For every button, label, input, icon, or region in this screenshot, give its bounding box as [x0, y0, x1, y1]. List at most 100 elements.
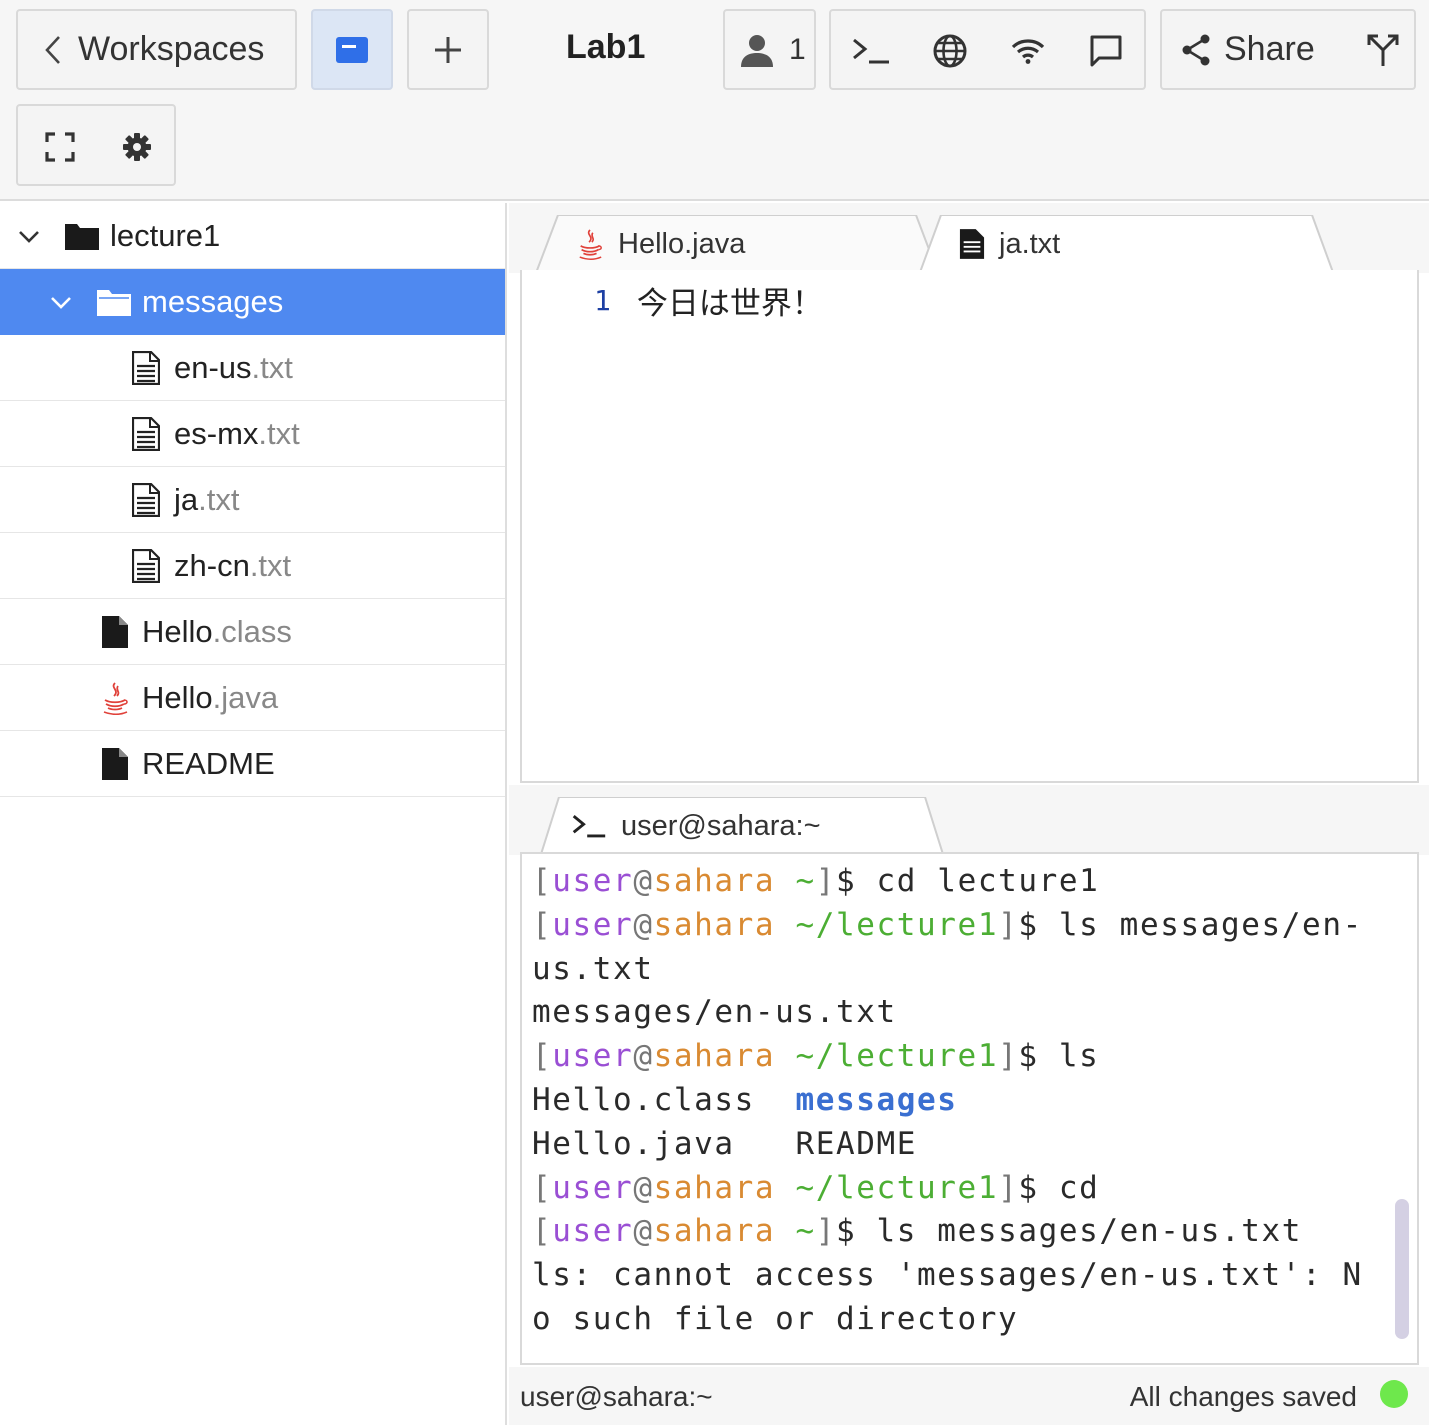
file-name: ja: [174, 481, 199, 517]
terminal-command: $ cd: [1018, 1169, 1100, 1206]
tab-ja-txt[interactable]: ja.txt: [919, 215, 1334, 275]
file-extension: .class: [212, 613, 292, 649]
tree-item-readme[interactable]: README: [0, 731, 505, 797]
top-toolbar: Workspaces Lab1 1 Share: [0, 0, 1429, 201]
text-file-icon: [131, 548, 161, 583]
terminal-tab-bar: user@sahara:~: [509, 785, 1429, 867]
fork-icon[interactable]: [1365, 32, 1401, 68]
terminal-command: us.txt: [532, 950, 654, 987]
wifi-icon[interactable]: [1006, 29, 1050, 73]
terminal-output: [user@sahara ~]$ cd lecture1 [user@sahara…: [532, 860, 1390, 1342]
file-name: Hello: [142, 613, 213, 649]
chat-icon[interactable]: [1084, 29, 1128, 73]
prompt-bracket: ]: [998, 906, 1019, 943]
text-file-icon: [131, 416, 161, 451]
terminal-output-line: messages/en-us.txt: [532, 994, 897, 1031]
terminal-output-line: ls: cannot access 'messages/en-us.txt': …: [532, 1257, 1363, 1294]
terminal-scrollbar[interactable]: [1395, 1199, 1409, 1339]
line-text: 今日は世界！: [636, 286, 823, 322]
terminal-command: $ ls messages/en-us.txt: [835, 1213, 1303, 1250]
plus-icon: [433, 35, 463, 65]
prompt-at: @: [633, 906, 654, 943]
prompt-path: ~: [775, 863, 816, 899]
tree-item-en-us-txt[interactable]: en-us.txt: [0, 335, 505, 401]
ls-entry: Hello.class: [532, 1081, 755, 1118]
tab-label: user@sahara:~: [621, 809, 821, 842]
status-terminal-label: user@sahara:~: [520, 1381, 713, 1412]
prompt-user: user: [552, 863, 634, 899]
files-panel-button[interactable]: [311, 9, 393, 90]
prompt-path: ~: [775, 1213, 816, 1250]
chevron-left-icon: [44, 35, 62, 65]
fullscreen-icon[interactable]: [38, 125, 82, 169]
prompt-user: user: [552, 1169, 634, 1206]
workspaces-label: Workspaces: [78, 30, 265, 68]
tab-terminal[interactable]: user@sahara:~: [537, 797, 947, 867]
tree-item-label: messages: [142, 283, 284, 319]
prompt-at: @: [633, 1169, 654, 1206]
prompt-host: sahara: [653, 1038, 776, 1075]
prompt-bracket: ]: [998, 1169, 1019, 1206]
tab-hello-java[interactable]: Hello.java: [536, 215, 938, 273]
terminal-ls-row: Hello.java README: [532, 1123, 1390, 1167]
page-title: Lab1: [566, 28, 646, 66]
terminal[interactable]: [user@sahara ~]$ cd lecture1 [user@sahara…: [520, 852, 1419, 1365]
file-extension: .java: [212, 679, 279, 715]
terminal-prompt-line: [user@sahara ~]$ cd lecture1: [532, 860, 1390, 904]
chevron-down-icon: [19, 230, 39, 243]
add-button[interactable]: [407, 9, 489, 90]
globe-icon[interactable]: [928, 29, 972, 73]
status-bar: user@sahara:~ All changes saved: [509, 1367, 1429, 1425]
folder-icon: [64, 219, 100, 253]
files-icon: [335, 36, 369, 64]
tree-item-lecture1[interactable]: lecture1: [0, 203, 505, 269]
terminal-command: $ cd lecture1: [835, 863, 1100, 899]
ls-gap: [755, 1082, 796, 1118]
text-file-icon: [959, 228, 985, 260]
terminal-prompt-line: [user@sahara ~]$ ls messages/en-us.txt: [532, 1210, 1390, 1254]
share-label: Share: [1224, 30, 1315, 68]
terminal-icon[interactable]: [849, 29, 893, 73]
code-editor[interactable]: 1 今日は世界！: [520, 270, 1419, 783]
tree-item-ja-txt[interactable]: ja.txt: [0, 467, 505, 533]
prompt-bracket: ]: [998, 1038, 1019, 1075]
tree-item-zh-cn-txt[interactable]: zh-cn.txt: [0, 533, 505, 599]
prompt-user: user: [552, 1213, 634, 1250]
file-tree: lecture1 messages en-us.txt es-mx.txt ja…: [0, 203, 507, 1425]
workspaces-button[interactable]: Workspaces: [16, 9, 297, 90]
file-name: es-mx: [174, 415, 259, 451]
prompt-at: @: [633, 863, 654, 899]
tree-item-label: lecture1: [110, 217, 221, 253]
prompt-bracket: [: [532, 1169, 553, 1206]
prompt-path: ~/lecture1: [775, 1038, 999, 1075]
gear-icon[interactable]: [115, 125, 159, 169]
tree-item-es-mx-txt[interactable]: es-mx.txt: [0, 401, 505, 467]
view-button-group: [16, 104, 176, 186]
tab-label: Hello.java: [618, 227, 746, 260]
file-extension: .txt: [258, 415, 300, 451]
prompt-bracket: [: [532, 1213, 553, 1250]
tree-item-hello-java[interactable]: Hello.java: [0, 665, 505, 731]
share-icon: [1180, 33, 1212, 67]
status-indicator: [1380, 1380, 1408, 1408]
file-icon: [100, 747, 130, 781]
tree-item-hello-class[interactable]: Hello.class: [0, 599, 505, 665]
terminal-prompt-line: [user@sahara ~/lecture1]$ ls messages/en…: [532, 904, 1390, 948]
terminal-command: $ ls: [1018, 1038, 1100, 1075]
file-icon: [100, 615, 130, 649]
prompt-bracket: [: [532, 863, 553, 899]
prompt-host: sahara: [653, 906, 776, 943]
terminal-ls-row: Hello.class messages: [532, 1079, 1390, 1123]
share-button[interactable]: Share: [1160, 9, 1416, 90]
prompt-at: @: [633, 1038, 654, 1075]
java-icon: [100, 681, 130, 715]
tree-item-messages[interactable]: messages: [0, 269, 505, 335]
file-name: Hello: [142, 679, 213, 715]
prompt-path: ~/lecture1: [775, 1169, 999, 1206]
users-button[interactable]: 1: [723, 9, 816, 90]
file-name: zh-cn: [174, 547, 250, 583]
tools-button-group: [829, 9, 1146, 90]
prompt-bracket: [: [532, 906, 553, 943]
editor-tab-bar: Hello.java ja.txt: [509, 203, 1429, 275]
file-name: en-us: [174, 349, 252, 385]
